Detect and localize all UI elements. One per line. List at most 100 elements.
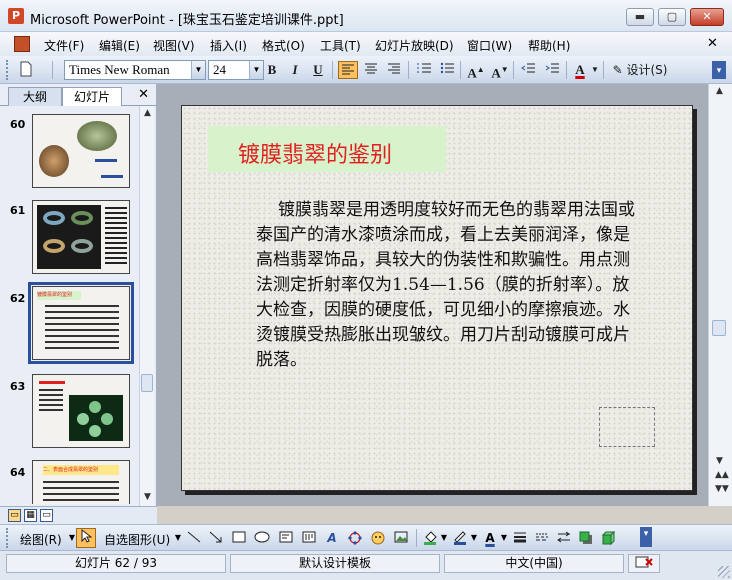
close-pane-icon[interactable]: ✕ — [138, 87, 149, 102]
align-left-icon[interactable] — [338, 61, 358, 79]
slides-scrollbar[interactable]: ▲ ▼ — [139, 106, 154, 506]
align-center-icon[interactable] — [361, 61, 381, 79]
rectangle-icon[interactable] — [231, 531, 247, 545]
italic-button[interactable]: I — [285, 61, 305, 79]
slideshow-view-icon[interactable]: ▭ — [40, 509, 53, 522]
powerpoint-app-icon[interactable]: P — [8, 8, 24, 24]
increase-indent-icon[interactable] — [542, 61, 562, 79]
text-lines — [43, 481, 119, 503]
spelling-status-icon[interactable] — [628, 554, 660, 573]
line-color-icon[interactable] — [452, 531, 468, 545]
chevron-down-icon[interactable]: ▼ — [590, 61, 600, 79]
menu-file[interactable]: 文件(F) — [44, 37, 84, 54]
toolbar-grip[interactable] — [6, 60, 9, 80]
bold-button[interactable]: B — [262, 61, 282, 79]
design-icon: ✎ — [612, 63, 623, 77]
menu-insert[interactable]: 插入(I) — [210, 37, 247, 54]
jade-image — [69, 395, 123, 441]
close-button[interactable]: ✕ — [690, 8, 724, 26]
slide-thumbnail-63[interactable] — [32, 374, 130, 448]
fill-color-icon[interactable] — [422, 531, 438, 545]
decrease-indent-icon[interactable] — [518, 61, 538, 79]
resize-grip[interactable] — [718, 566, 730, 578]
oval-icon[interactable] — [254, 531, 270, 545]
tab-slides[interactable]: 幻灯片 — [62, 87, 122, 106]
bullet-list-icon[interactable] — [437, 61, 457, 79]
increase-font-size-icon[interactable]: A▲ — [466, 61, 486, 80]
font-size-select[interactable]: 24 ▼ — [208, 60, 264, 80]
decrease-font-size-icon[interactable]: A▼ — [490, 61, 510, 80]
font-size-value: 24 — [213, 62, 226, 77]
next-slide-icon[interactable]: ▼▼ — [715, 484, 729, 494]
underline-button[interactable]: U — [308, 61, 328, 79]
shadow-style-icon[interactable] — [578, 531, 594, 545]
chevron-down-icon[interactable]: ▼ — [191, 61, 205, 79]
slide-thumbnail-61[interactable] — [32, 200, 130, 274]
minimize-button[interactable]: ▬ — [626, 8, 654, 26]
title-placeholder[interactable]: 镀膜翡翠的鉴别 — [208, 126, 446, 172]
toolbar-separator — [566, 61, 567, 79]
font-color-icon[interactable]: A — [570, 61, 590, 79]
slide-62[interactable]: 镀膜翡翠的鉴别 镀膜翡翠是用透明度较好而无色的翡翠用法国或泰国产的清水漆喷涂而成… — [181, 105, 693, 491]
toolbar-options-icon[interactable]: ▾ — [640, 527, 652, 547]
previous-slide-icon[interactable]: ▲▲ — [715, 470, 729, 480]
chevron-down-icon[interactable]: ▼ — [470, 531, 478, 545]
scroll-down-icon[interactable]: ▼ — [144, 492, 151, 502]
text-box-icon[interactable] — [278, 531, 294, 545]
diagram-icon[interactable] — [347, 531, 363, 545]
maximize-button[interactable]: ▢ — [658, 8, 686, 26]
menu-view[interactable]: 视图(V) — [153, 37, 195, 54]
numbered-list-icon[interactable] — [414, 61, 434, 79]
slide-thumbnail-60[interactable] — [32, 114, 130, 188]
dash-style-icon[interactable] — [534, 531, 550, 545]
slides-panel: 大纲 幻灯片 ✕ 60 61 62 镀膜翡翠的鉴别 63 64 二、表面合成翡翠… — [0, 84, 157, 506]
line-style-icon[interactable] — [512, 531, 528, 545]
clip-art-icon[interactable] — [370, 531, 386, 545]
slide-sorter-view-icon[interactable]: ▦ — [24, 509, 37, 522]
menu-help[interactable]: 帮助(H) — [528, 37, 570, 54]
scroll-down-icon[interactable]: ▼ — [716, 456, 723, 466]
toolbar-separator — [332, 61, 333, 79]
select-pointer-icon[interactable] — [76, 528, 96, 548]
vertical-text-box-icon[interactable] — [301, 531, 317, 545]
arrow-icon[interactable] — [208, 531, 224, 545]
menu-slideshow[interactable]: 幻灯片放映(D) — [375, 37, 454, 54]
scroll-thumb[interactable] — [141, 374, 153, 392]
document-close-icon[interactable]: ✕ — [707, 36, 718, 51]
new-document-icon[interactable] — [16, 61, 36, 79]
font-color-icon[interactable]: A — [482, 531, 498, 545]
arrow-style-icon[interactable] — [556, 531, 572, 545]
slide-body-text[interactable]: 镀膜翡翠是用透明度较好而无色的翡翠用法国或泰国产的清水漆喷涂而成，看上去美丽润泽… — [256, 198, 636, 373]
empty-placeholder[interactable] — [599, 407, 655, 447]
normal-view-icon[interactable]: ▭ — [8, 509, 21, 522]
tab-outline[interactable]: 大纲 — [8, 87, 62, 106]
line-icon[interactable] — [186, 531, 202, 545]
chevron-down-icon[interactable]: ▼ — [500, 531, 508, 545]
design-label: 设计(S) — [626, 63, 668, 77]
toolbar-grip[interactable] — [6, 528, 9, 548]
scroll-up-icon[interactable]: ▲ — [144, 108, 151, 118]
menu-edit[interactable]: 编辑(E) — [99, 37, 140, 54]
toolbar-options-icon[interactable]: ▾ — [712, 61, 726, 79]
wordart-icon[interactable]: A — [324, 531, 340, 545]
menu-tools[interactable]: 工具(T) — [320, 37, 361, 54]
design-button[interactable]: ✎ 设计(S) — [609, 61, 671, 79]
menu-format[interactable]: 格式(O) — [262, 37, 305, 54]
chevron-down-icon[interactable]: ▼ — [440, 531, 448, 545]
3d-style-icon[interactable] — [600, 530, 616, 546]
align-right-icon[interactable] — [384, 61, 404, 79]
chevron-down-icon[interactable]: ▼ — [249, 61, 263, 79]
scroll-thumb[interactable] — [712, 320, 726, 336]
draw-menu[interactable]: 绘图(R) — [20, 531, 62, 548]
autoshapes-menu[interactable]: 自选图形(U) — [104, 531, 170, 548]
picture-icon[interactable] — [393, 531, 409, 545]
document-icon[interactable] — [14, 36, 30, 52]
font-name-select[interactable]: Times New Roman ▼ — [64, 60, 206, 80]
menu-window[interactable]: 窗口(W) — [467, 37, 512, 54]
slide-thumbnail-62[interactable]: 镀膜翡翠的鉴别 — [28, 282, 134, 364]
main-scrollbar[interactable]: ▲ ▼ ▲▲ ▼▼ — [708, 84, 732, 506]
slide-thumbnail-64[interactable]: 二、表面合成翡翠的鉴别 — [32, 460, 130, 504]
scroll-up-icon[interactable]: ▲ — [716, 86, 723, 96]
window-title: Microsoft PowerPoint - [珠宝玉石鉴定培训课件.ppt] — [30, 13, 344, 28]
chevron-down-icon[interactable]: ▼ — [170, 531, 186, 545]
